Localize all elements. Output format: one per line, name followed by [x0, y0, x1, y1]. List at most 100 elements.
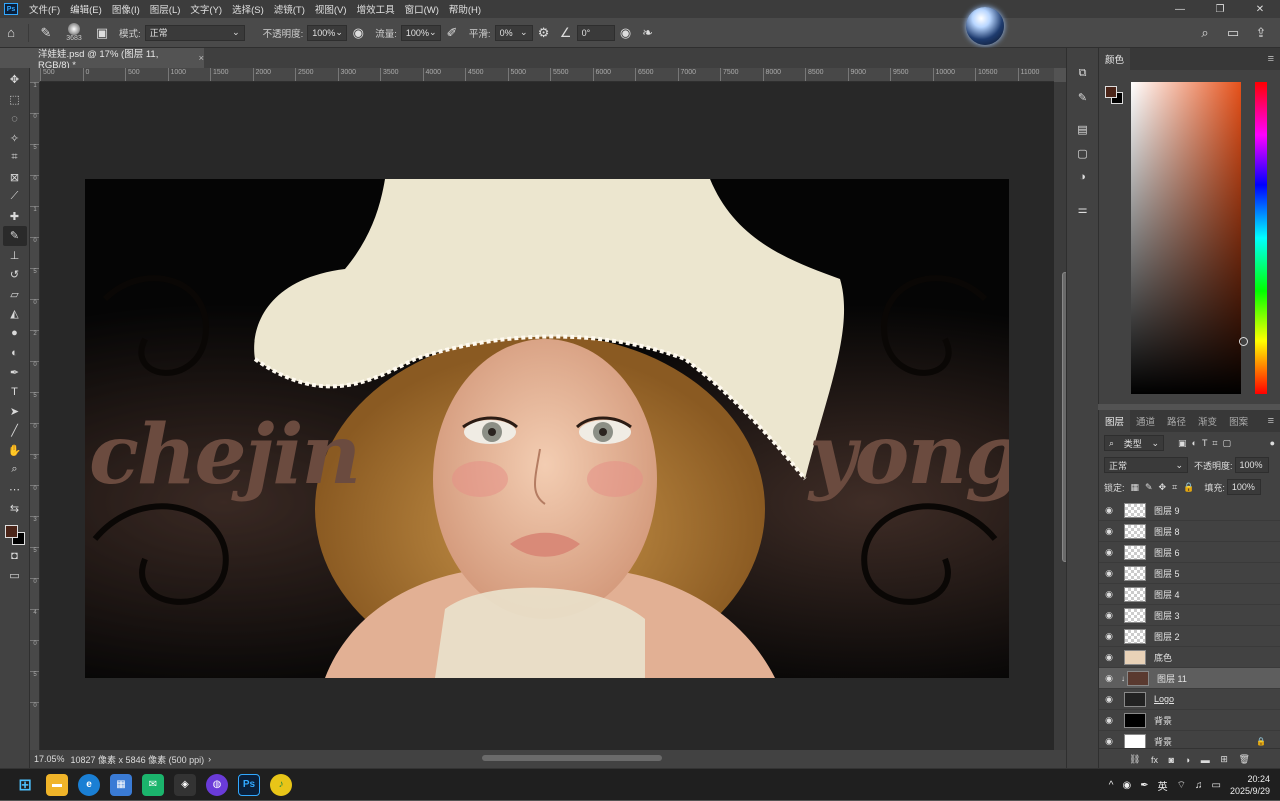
menu-select[interactable]: 选择(S) — [227, 2, 269, 16]
crop-tool-icon[interactable]: ⌗ — [3, 148, 27, 168]
frame-tool-icon[interactable]: ⊠ — [3, 168, 27, 188]
menu-type[interactable]: 文字(Y) — [185, 2, 227, 16]
panel-menu-icon[interactable]: ≡ — [1268, 53, 1274, 65]
eraser-tool-icon[interactable]: ▱ — [3, 285, 27, 305]
tab-patterns[interactable]: 图案 — [1223, 410, 1254, 432]
marquee-tool-icon[interactable]: ⬚ — [3, 90, 27, 110]
visibility-eye-icon[interactable]: ◉ — [1099, 526, 1119, 537]
tab-color[interactable]: 颜色 — [1099, 48, 1131, 70]
character-panel-icon[interactable]: ⚌ — [1072, 198, 1094, 220]
layer-row[interactable]: ◉ 图层 4 — [1099, 584, 1280, 605]
menu-plugins[interactable]: 增效工具 — [352, 2, 400, 16]
color-picker-field[interactable] — [1131, 82, 1248, 394]
status-menu-arrow-icon[interactable]: › — [208, 754, 211, 764]
lasso-tool-icon[interactable]: ◌ — [3, 109, 27, 129]
tab-channels[interactable]: 通道 — [1130, 410, 1161, 432]
document-tab[interactable]: 洋娃娃.psd @ 17% (图层 11, RGB/8) * × — [30, 48, 204, 71]
type-tool-icon[interactable]: T — [3, 382, 27, 402]
search-icon[interactable]: ⌕ — [1194, 22, 1216, 44]
visibility-eye-icon[interactable]: ◉ — [1099, 715, 1119, 726]
file-explorer-icon[interactable]: ▬ — [46, 773, 68, 796]
hand-tool-icon[interactable]: ✋ — [3, 441, 27, 461]
adjustments-panel-icon[interactable]: ◑ — [1072, 166, 1094, 188]
visibility-eye-icon[interactable]: ◉ — [1099, 673, 1119, 684]
visibility-eye-icon[interactable]: ◉ — [1099, 547, 1119, 558]
magic-wand-tool-icon[interactable]: ✧ — [3, 129, 27, 149]
wifi-icon[interactable]: ⌔ — [1177, 779, 1186, 792]
menu-view[interactable]: 视图(V) — [310, 2, 352, 16]
horizontal-ruler[interactable]: 500 0 500 1000 1500 2000 2500 3000 3500 4000 4500 5… — [40, 68, 1054, 82]
lock-options-icons[interactable]: ▦✎✥⌗🔒 — [1131, 482, 1201, 493]
fill-input[interactable]: 100% — [1226, 479, 1261, 495]
new-group-icon[interactable]: ▬ — [1201, 755, 1210, 765]
move-tool-icon[interactable]: ✥ — [3, 70, 27, 90]
gear-icon[interactable]: ⚙ — [533, 22, 555, 44]
media-app-icon[interactable]: ♪ — [270, 773, 292, 796]
layer-row[interactable]: ◉ 图层 6 — [1099, 542, 1280, 563]
restore-button[interactable]: ❐ — [1200, 0, 1240, 18]
layer-row-background[interactable]: ◉ 背景 🔒 — [1099, 731, 1280, 748]
brush-panel-icon[interactable]: ✎ — [1072, 86, 1094, 108]
layer-row[interactable]: ◉ 背景 — [1099, 710, 1280, 731]
clock[interactable]: 20:24 2025/9/29 — [1230, 773, 1270, 797]
history-panel-icon[interactable]: ⧉ — [1072, 62, 1094, 84]
pressure-size-icon[interactable]: ◉ — [615, 22, 637, 44]
brush-tool-icon[interactable]: ✎ — [2, 226, 27, 246]
firefox-icon[interactable]: ◍ — [206, 773, 228, 796]
paint-bucket-tool-icon[interactable]: ◭ — [3, 304, 27, 324]
color-swatches[interactable] — [3, 523, 27, 547]
brush-tool-preset-icon[interactable]: ✎ — [35, 22, 57, 44]
layer-filter-type-icons[interactable]: ▣◐T⌗▢ — [1178, 438, 1236, 449]
new-layer-icon[interactable]: ⊞ — [1220, 754, 1228, 765]
tab-layers[interactable]: 图层 — [1099, 410, 1131, 432]
pen-tool-icon[interactable]: ✒ — [3, 363, 27, 383]
layer-row[interactable]: ◉ 图层 5 — [1099, 563, 1280, 584]
menu-filter[interactable]: 滤镜(T) — [269, 2, 310, 16]
visibility-eye-icon[interactable]: ◉ — [1099, 736, 1119, 747]
ai-assistant-orb-icon[interactable] — [966, 7, 1004, 45]
layer-row[interactable]: ◉ 图层 8 — [1099, 521, 1280, 542]
libraries-panel-icon[interactable]: ▢ — [1072, 142, 1094, 164]
horizontal-scrollbar-thumb[interactable] — [482, 755, 662, 761]
layer-row[interactable]: ◉ 底色 — [1099, 647, 1280, 668]
history-brush-tool-icon[interactable]: ↺ — [3, 265, 27, 285]
close-tab-icon[interactable]: × — [198, 53, 204, 64]
layer-row[interactable]: ◉ Logo — [1099, 689, 1280, 710]
chat-app-icon[interactable]: ✉ — [142, 773, 164, 796]
add-mask-icon[interactable]: ◙ — [1169, 755, 1174, 765]
layer-style-icon[interactable]: fx — [1151, 755, 1158, 765]
path-selection-tool-icon[interactable]: ➤ — [3, 402, 27, 422]
brush-preset-picker[interactable]: 3683 — [57, 20, 91, 46]
line-tool-icon[interactable]: ╱ — [3, 421, 27, 441]
delete-layer-icon[interactable]: 🗑 — [1239, 754, 1250, 765]
visibility-eye-icon[interactable]: ◉ — [1099, 652, 1119, 663]
vertical-scrollbar[interactable] — [1054, 82, 1068, 750]
tab-paths[interactable]: 路径 — [1161, 410, 1192, 432]
zoom-tool-icon[interactable]: ⌕ — [3, 460, 27, 480]
menu-file[interactable]: 文件(F) — [24, 2, 65, 16]
foreground-color-swatch[interactable] — [4, 524, 18, 538]
eyedropper-tool-icon[interactable]: ⟋ — [3, 187, 27, 207]
smoothing-input[interactable]: 0% ⌄ — [494, 24, 533, 41]
close-window-button[interactable]: ✕ — [1240, 0, 1280, 18]
dodge-tool-icon[interactable]: ◐ — [3, 343, 27, 363]
volume-icon[interactable]: ♫ — [1195, 780, 1203, 791]
hue-slider[interactable] — [1255, 82, 1267, 394]
quick-mask-icon[interactable]: ◘ — [3, 547, 27, 567]
canvas-area[interactable]: chejin yong — [40, 82, 1054, 750]
ime-indicator[interactable]: 英 — [1158, 778, 1168, 793]
opacity-input[interactable]: 100% ⌄ — [307, 24, 348, 41]
menu-help[interactable]: 帮助(H) — [444, 2, 486, 16]
layer-row[interactable]: ◉ 图层 3 — [1099, 605, 1280, 626]
minimize-button[interactable]: — — [1160, 0, 1200, 18]
visibility-eye-icon[interactable]: ◉ — [1099, 610, 1119, 621]
visibility-eye-icon[interactable]: ◉ — [1099, 568, 1119, 579]
symmetry-icon[interactable]: ❧ — [637, 22, 659, 44]
mode-select[interactable]: 正常 ⌄ — [144, 24, 245, 41]
blend-mode-select[interactable]: 正常 ⌄ — [1104, 457, 1188, 473]
filter-toggle-icon[interactable]: ● — [1270, 438, 1275, 448]
adjustment-layer-icon[interactable]: ◑ — [1185, 755, 1190, 765]
properties-panel-icon[interactable]: ▤ — [1072, 118, 1094, 140]
layer-row[interactable]: ◉ 图层 2 — [1099, 626, 1280, 647]
brush-settings-panel-icon[interactable]: ▣ — [91, 22, 113, 44]
